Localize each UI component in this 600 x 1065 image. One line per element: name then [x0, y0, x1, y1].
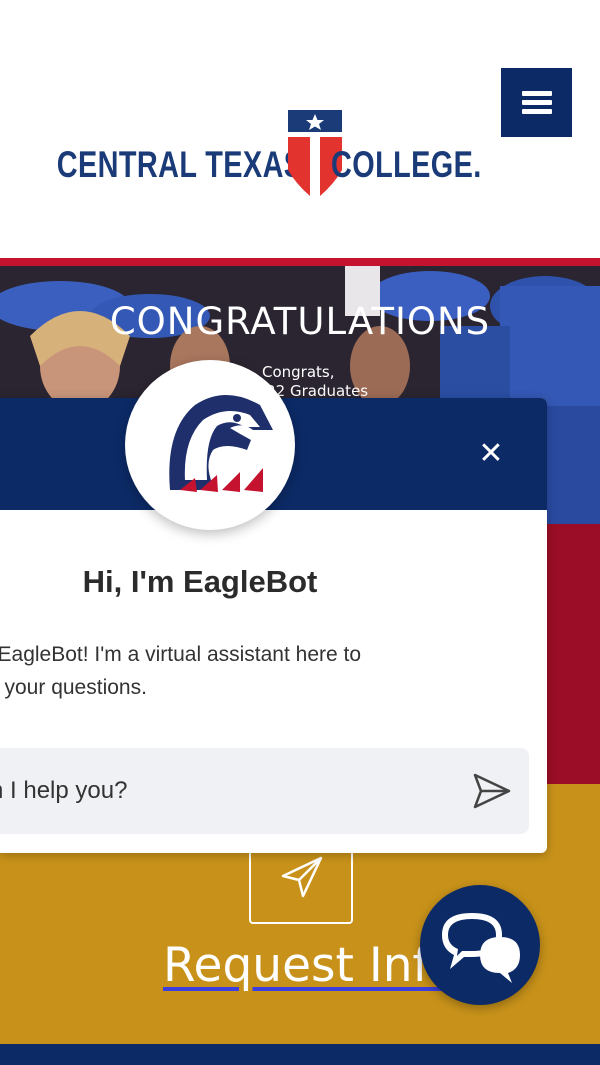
footer-bar [0, 1044, 600, 1065]
eaglebot-avatar [125, 360, 295, 530]
logo-text-left: CENTRAL TEXAS [56, 144, 304, 185]
eagle-mascot-icon [169, 395, 273, 492]
hamburger-menu-icon [522, 91, 552, 96]
chat-input-container [0, 748, 529, 834]
request-info-link[interactable]: Request Info [163, 938, 458, 993]
red-divider [0, 258, 600, 266]
send-icon[interactable] [472, 772, 512, 810]
paper-plane-icon [281, 856, 323, 898]
chat-intro-message: n EagleBot! I'm a virtual assistant here… [0, 643, 362, 699]
chat-title: Hi, I'm EagleBot [82, 564, 318, 599]
central-texas-college-logo[interactable]: CENTRAL TEXAS COLLEGE. [56, 110, 481, 200]
hero-title: CONGRATULATIONS [109, 300, 491, 343]
chat-bubbles-icon [442, 913, 520, 983]
menu-button[interactable] [501, 68, 572, 137]
logo-text-right: COLLEGE. [331, 144, 482, 185]
chat-launcher-button[interactable] [420, 885, 540, 1005]
site-header: CENTRAL TEXAS COLLEGE. [0, 0, 600, 258]
chat-message-input[interactable] [0, 748, 450, 834]
close-icon[interactable]: ✕ [475, 438, 507, 470]
